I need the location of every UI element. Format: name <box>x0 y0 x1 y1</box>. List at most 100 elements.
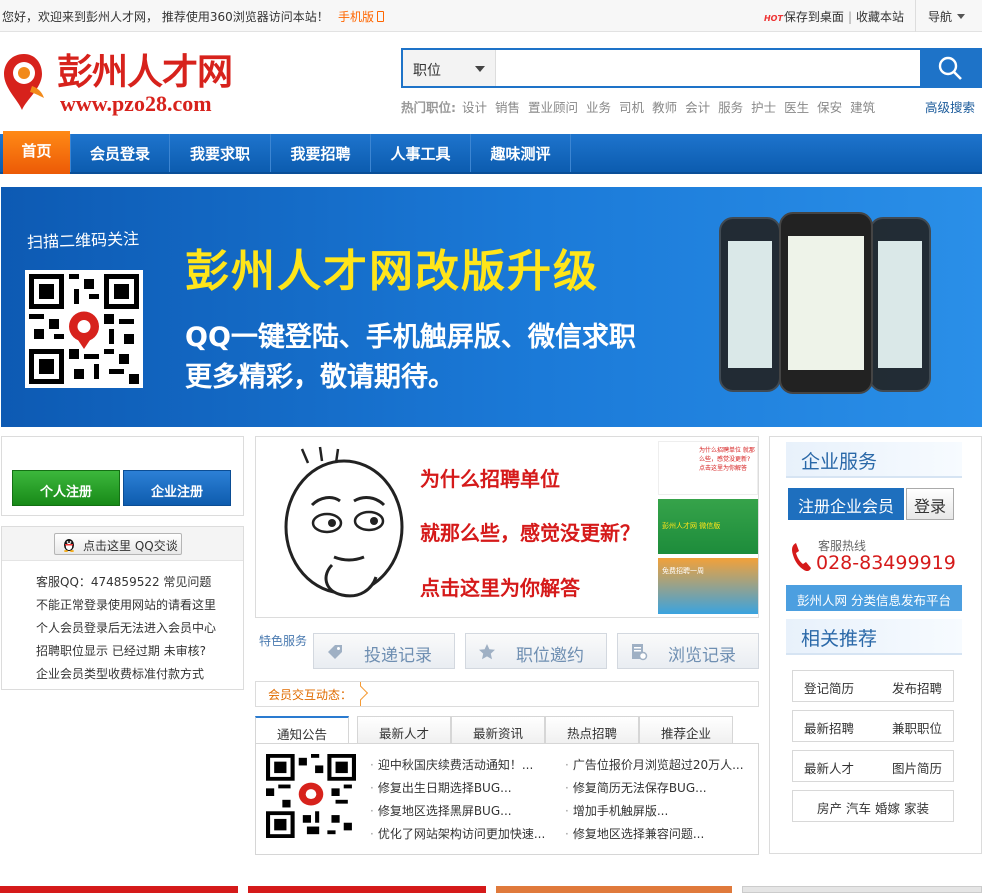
top-bar: 您好，欢迎来到彭州人才网， 推荐使用360浏览器访问本站！ 手机版 HOT保存到… <box>0 0 982 32</box>
related-link[interactable]: 发布招聘 <box>892 678 942 697</box>
qq-chat-button[interactable]: 点击这里 QQ交谈 <box>54 533 182 555</box>
classified-platform-link[interactable]: 彭州人网 分类信息发布平台 <box>786 585 962 611</box>
member-activity-bar: 会员交互动态： <box>255 681 759 707</box>
banner-line-1: QQ一键登陆、手机触屏版、微信求职 <box>185 322 636 353</box>
faq-item[interactable]: 客服QQ：474859522 常见问题 <box>36 571 216 594</box>
hot-badge: HOT <box>763 14 783 23</box>
hot-job-link[interactable]: 医生 <box>784 100 809 115</box>
promo-thumbnail-2[interactable]: 彭州人才网 微信版 <box>658 499 758 554</box>
register-company-button[interactable]: 注册企业会员 <box>788 488 904 520</box>
faq-item[interactable]: 招聘职位显示 已经过期 未审核? <box>36 640 216 663</box>
member-activity-label: 会员交互动态： <box>256 682 362 706</box>
banner-title: 彭州人才网改版升级 <box>185 246 599 297</box>
favorite-link[interactable]: 收藏本站 <box>856 10 904 24</box>
thumb2-text: 彭州人才网 微信版 <box>662 522 721 530</box>
save-to-desktop-link[interactable]: 保存到桌面 <box>784 10 844 24</box>
logo-title: 彭州人才网 <box>57 51 233 93</box>
company-register-button[interactable]: 企业注册 <box>123 470 231 506</box>
thumb3-text: 免费招聘一周 <box>662 567 704 575</box>
hot-jobs: 热门职位: 设计 销售 置业顾问 业务 司机 教师 会计 服务 护士 医生 保安 建筑 <box>401 97 883 116</box>
news-item[interactable]: · 广告位报价月浏览超过20万人... <box>565 754 744 777</box>
star-icon <box>479 644 495 660</box>
thumb1-text: 为什么招聘单位 就那么些，感觉没更新? 点击这里为你解答 <box>699 447 755 472</box>
news-item[interactable]: · 迎中秋国庆续费活动通知！... <box>370 754 545 777</box>
mobile-version-link[interactable]: 手机版 <box>338 8 385 25</box>
nav-member-login[interactable]: 会员登录 <box>70 134 170 172</box>
qr-code-icon <box>25 270 143 388</box>
job-invite-button[interactable]: 职位邀约 <box>465 633 607 669</box>
search-icon <box>938 56 962 80</box>
personal-register-button[interactable]: 个人注册 <box>12 470 120 506</box>
related-row-categories[interactable]: 房产 汽车 婚嫁 家装 <box>792 790 954 822</box>
related-link[interactable]: 兼职职位 <box>892 718 942 737</box>
phone-image-center <box>779 212 873 394</box>
nav-fun-test[interactable]: 趣味测评 <box>471 134 571 172</box>
delivery-record-button[interactable]: 投递记录 <box>313 633 455 669</box>
hot-job-link[interactable]: 设计 <box>462 100 487 115</box>
advanced-search-link[interactable]: 高级搜索 <box>925 97 975 116</box>
mobile-version-label: 手机版 <box>338 10 375 24</box>
tab-latest-news[interactable]: 最新资讯 <box>451 716 545 744</box>
promo-thumbnail-3[interactable]: 免费招聘一周 <box>658 558 758 614</box>
news-item-text: 修复出生日期选择BUG... <box>377 781 512 795</box>
nav-home[interactable]: 首页 <box>3 131 70 174</box>
news-list-right: · 广告位报价月浏览超过20万人... · 修复简历无法保存BUG... · 增加手机… <box>565 754 744 846</box>
search-input[interactable] <box>497 50 921 86</box>
banner[interactable]: 扫描二维码关注 彭州人才网改版升级 QQ一键登陆、手机触屏版、微信求职 更多精彩… <box>1 187 982 427</box>
related-link[interactable]: 图片简历 <box>892 758 942 777</box>
related-link[interactable]: 登记简历 <box>804 678 854 697</box>
main-nav: 首页 会员登录 我要求职 我要招聘 人事工具 趣味测评 <box>0 131 982 174</box>
tab-hot-jobs[interactable]: 热点招聘 <box>545 716 639 744</box>
hot-job-link[interactable]: 教师 <box>652 100 677 115</box>
faq-item[interactable]: 企业会员类型收费标准付款方式 <box>36 663 216 686</box>
search-category-select[interactable]: 职位 <box>403 50 496 86</box>
news-item-text: 增加手机触屏版... <box>572 804 669 818</box>
related-link[interactable]: 最新人才 <box>804 758 854 777</box>
faq-item[interactable]: 不能正常登录使用网站的请看这里 <box>36 594 216 617</box>
news-item[interactable]: · 优化了网站架构访问更加快速... <box>370 823 545 846</box>
hot-job-link[interactable]: 护士 <box>751 100 776 115</box>
tab-latest-talent[interactable]: 最新人才 <box>357 716 451 744</box>
bullet: · <box>370 758 374 772</box>
news-item[interactable]: · 修复出生日期选择BUG... <box>370 777 545 800</box>
related-row: 登记简历 发布招聘 <box>792 670 954 702</box>
browse-record-button[interactable]: 浏览记录 <box>617 633 759 669</box>
nav-dropdown[interactable]: 导航 <box>915 0 982 32</box>
hot-job-link[interactable]: 保安 <box>817 100 842 115</box>
search-button[interactable] <box>920 50 980 86</box>
site-logo[interactable]: 彭州人才网 www.pzo28.com <box>2 50 242 120</box>
news-item[interactable]: · 修复简历无法保存BUG... <box>565 777 744 800</box>
faq-list: 客服QQ：474859522 常见问题 不能正常登录使用网站的请看这里 个人会员… <box>36 571 216 686</box>
banner-line-2: 更多精彩，敬请期待。 <box>185 362 455 393</box>
news-item-text: 广告位报价月浏览超过20万人... <box>572 758 744 772</box>
news-item[interactable]: · 修复地区选择黑屏BUG... <box>370 800 545 823</box>
tab-recommended-companies[interactable]: 推荐企业 <box>639 716 733 744</box>
news-item-text: 优化了网站架构访问更加快速... <box>377 827 546 841</box>
promo-box[interactable]: 为什么招聘单位 就那么些，感觉没更新？ 点击这里为你解答 为什么招聘单位 就那么… <box>255 436 759 618</box>
faq-item[interactable]: 个人会员登录后无法进入会员中心 <box>36 617 216 640</box>
news-item-text: 修复简历无法保存BUG... <box>572 781 707 795</box>
hot-job-link[interactable]: 司机 <box>619 100 644 115</box>
nav-hr-tools[interactable]: 人事工具 <box>371 134 471 172</box>
chevron-down-icon <box>957 14 966 19</box>
news-item-text: 迎中秋国庆续费活动通知！... <box>377 758 534 772</box>
location-pin-icon <box>4 54 44 110</box>
news-item[interactable]: · 增加手机触屏版... <box>565 800 744 823</box>
nav-recruit[interactable]: 我要招聘 <box>271 134 371 172</box>
hot-job-link[interactable]: 销售 <box>495 100 520 115</box>
search-box: 职位 <box>401 48 982 88</box>
hot-job-link[interactable]: 置业顾问 <box>528 100 578 115</box>
hot-job-link[interactable]: 服务 <box>718 100 743 115</box>
related-row: 最新招聘 兼职职位 <box>792 710 954 742</box>
tab-notices[interactable]: 通知公告 <box>255 716 349 744</box>
related-link[interactable]: 最新招聘 <box>804 718 854 737</box>
hot-job-link[interactable]: 会计 <box>685 100 710 115</box>
promo-thumbnail-1[interactable]: 为什么招聘单位 就那么些，感觉没更新? 点击这里为你解答 <box>658 441 758 495</box>
features-label: 特色服务 <box>259 634 308 648</box>
hot-job-link[interactable]: 业务 <box>586 100 611 115</box>
nav-job-seek[interactable]: 我要求职 <box>170 134 271 172</box>
login-button[interactable]: 登录 <box>906 488 954 520</box>
related-recommend-title: 相关推荐 <box>786 619 962 655</box>
news-item[interactable]: · 修复地区选择兼容问题... <box>565 823 744 846</box>
hot-job-link[interactable]: 建筑 <box>850 100 875 115</box>
